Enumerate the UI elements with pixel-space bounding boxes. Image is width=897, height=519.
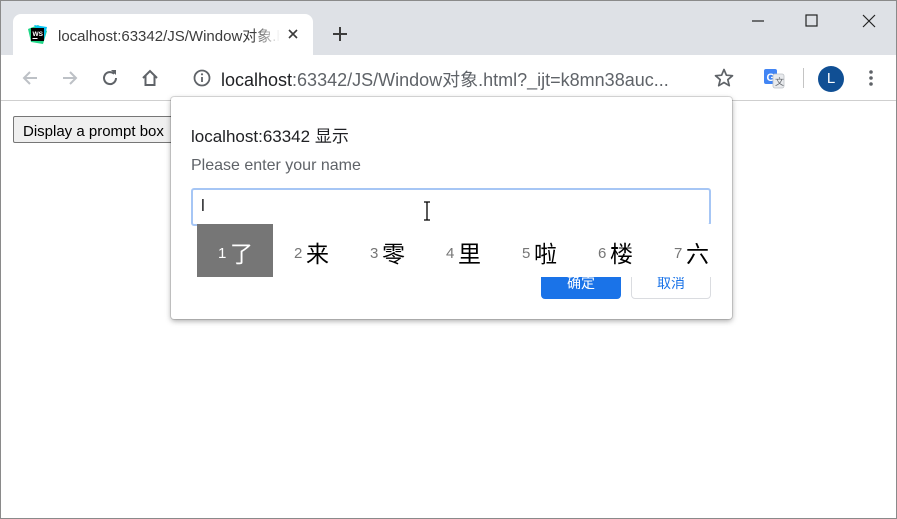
tab-title: localhost:63342/JS/Window对象.html [58,28,280,45]
menu-kebab-icon[interactable] [860,67,882,89]
new-tab-icon[interactable] [329,23,351,45]
forward-icon[interactable] [59,67,81,89]
candidate-char: 六 [686,242,709,268]
candidate-number: 1 [218,245,227,262]
minimize-icon[interactable] [735,9,781,35]
candidate-char: 啦 [534,242,557,268]
candidate-char: 零 [382,242,405,268]
toolbar-divider [803,68,804,88]
dialog-message: Please enter your name [191,157,361,174]
ime-candidate[interactable]: 1 了 [197,224,273,277]
candidate-char: 楼 [610,242,633,268]
ime-candidate[interactable]: 6 楼 [577,224,653,277]
ime-candidate-window: 1 了 2 来 3 零 4 里 5 啦 6 楼 7 六 [197,224,723,277]
url-host: localhost [221,70,293,90]
ime-candidate[interactable]: 4 里 [425,224,501,277]
prompt-input[interactable]: l [191,188,711,226]
maximize-icon[interactable] [789,9,835,35]
candidate-number: 3 [370,245,379,262]
webstorm-icon: WS [28,25,47,44]
text-cursor-icon [424,201,430,221]
address-bar[interactable]: localhost:63342/JS/Window对象.html?_ijt=k8… [221,66,691,92]
svg-text:文: 文 [775,76,784,88]
tab-strip: WS localhost:63342/JS/Window对象.html [1,1,896,55]
candidate-number: 4 [446,245,455,262]
home-icon[interactable] [139,67,161,89]
candidate-number: 5 [522,245,531,262]
candidate-char: 了 [230,242,253,268]
tab-close-icon[interactable] [283,24,303,44]
profile-avatar[interactable]: L [818,66,844,92]
candidate-char: 里 [458,242,481,268]
candidate-number: 2 [294,245,303,262]
ime-candidate[interactable]: 5 啦 [501,224,577,277]
ime-candidate[interactable]: 2 来 [273,224,349,277]
reload-icon[interactable] [99,67,121,89]
ime-candidate[interactable]: 7 六 [653,224,723,277]
back-icon[interactable] [19,67,41,89]
dialog-title: localhost:63342 显示 [191,127,349,146]
info-icon[interactable] [191,67,213,89]
candidate-number: 7 [674,245,683,262]
translate-icon[interactable]: G 文 [762,66,786,90]
bookmark-star-icon[interactable] [713,67,735,89]
url-path: :63342/JS/Window对象.html?_ijt=k8mn38auc..… [292,70,669,90]
prompt-dialog: localhost:63342 显示 Please enter your nam… [171,97,732,319]
browser-window: WS localhost:63342/JS/Window对象.html [0,0,897,519]
candidate-char: 来 [306,242,329,268]
window-close-icon[interactable] [846,9,892,35]
tab-active[interactable]: WS localhost:63342/JS/Window对象.html [13,14,313,55]
svg-text:WS: WS [33,31,44,38]
ime-candidate[interactable]: 3 零 [349,224,425,277]
browser-toolbar: localhost:63342/JS/Window对象.html?_ijt=k8… [1,55,896,101]
candidate-number: 6 [598,245,607,262]
